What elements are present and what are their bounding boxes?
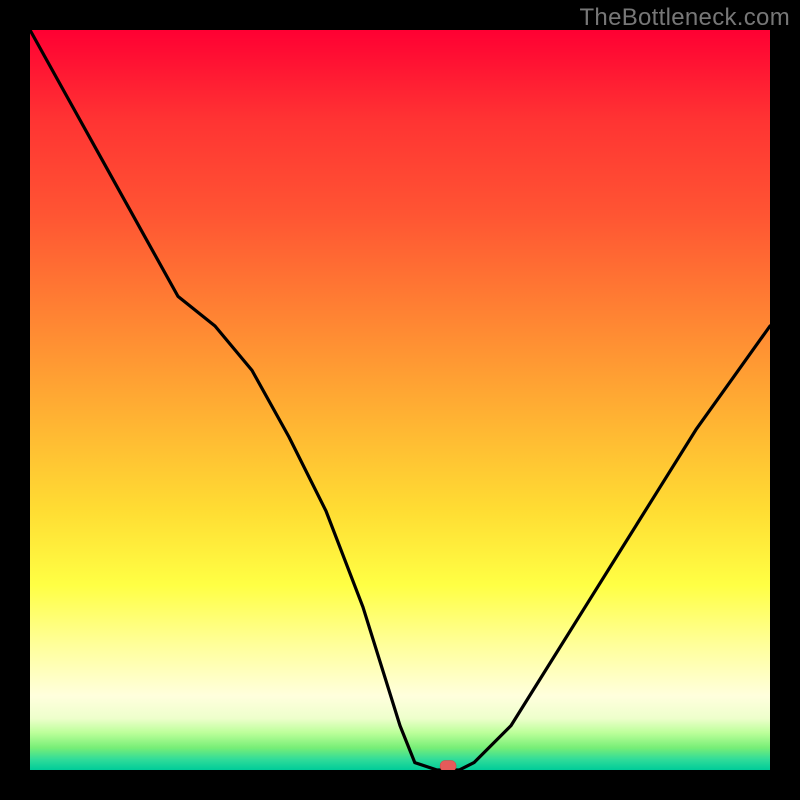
plot-area <box>30 30 770 770</box>
chart-svg <box>30 30 770 770</box>
optimum-marker <box>440 761 456 771</box>
watermark-text: TheBottleneck.com <box>579 4 790 32</box>
bottleneck-curve <box>30 30 770 770</box>
chart-stage: TheBottleneck.com <box>0 0 800 800</box>
